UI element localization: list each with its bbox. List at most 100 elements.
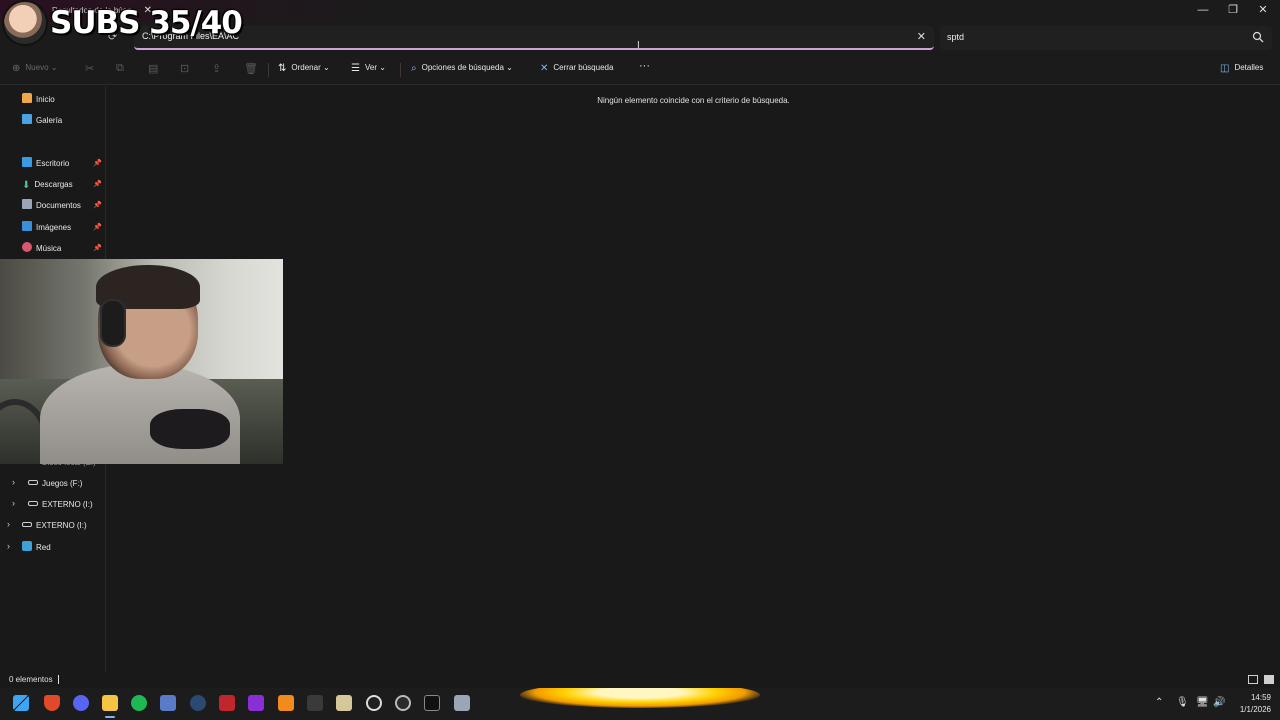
- drive-label: Juegos (F:): [42, 479, 83, 488]
- downloads-icon: ⬇: [22, 180, 31, 191]
- file-explorer-icon[interactable]: [102, 695, 118, 711]
- details-label: Detalles: [1234, 63, 1264, 72]
- share-icon[interactable]: ⇪: [212, 62, 221, 75]
- documents-icon: [22, 199, 32, 209]
- clock-time[interactable]: 14:59: [1243, 693, 1271, 702]
- sort-button[interactable]: ⇅ Ordenar ⌄: [278, 63, 330, 74]
- divider: [268, 63, 269, 77]
- mail-icon[interactable]: [160, 695, 176, 711]
- pictures-icon: [22, 221, 32, 231]
- notepad-icon[interactable]: [336, 695, 352, 711]
- windows-start-icon[interactable]: [13, 695, 29, 711]
- gallery-icon: [22, 114, 32, 124]
- search-icon[interactable]: [1252, 31, 1264, 43]
- microphone-tray-icon[interactable]: 🎙: [1176, 697, 1189, 708]
- copy-icon[interactable]: ⧉: [116, 62, 124, 75]
- close-window-button[interactable]: ✕: [1248, 2, 1278, 18]
- details-view-icon[interactable]: [1248, 675, 1258, 684]
- webcam-overlay: [0, 259, 283, 464]
- chevron-right-icon[interactable]: ›: [12, 498, 15, 508]
- chevron-right-icon[interactable]: ›: [7, 519, 10, 529]
- search-input[interactable]: sptd: [947, 32, 964, 42]
- new-button[interactable]: ⊕ Nuevo ⌄: [12, 63, 57, 74]
- view-icon: ☰: [351, 63, 360, 74]
- delete-icon[interactable]: 🗑: [244, 62, 258, 75]
- drive-juegos[interactable]: Juegos (F:): [28, 477, 82, 491]
- details-button[interactable]: ◫ Detalles: [1220, 63, 1263, 74]
- sidebar-item-label: Descargas: [34, 180, 73, 189]
- search-options-button[interactable]: ⌕ Opciones de búsqueda ⌄: [411, 63, 513, 74]
- game-app-icon[interactable]: [219, 695, 235, 711]
- microphone-icon: [150, 409, 230, 449]
- more-options-icon[interactable]: ···: [639, 60, 650, 72]
- close-search-icon: ✕: [540, 63, 549, 74]
- view-button[interactable]: ☰ Ver ⌄: [351, 63, 386, 74]
- pin-icon[interactable]: 📌: [93, 221, 102, 235]
- sidebar-item-escritorio[interactable]: Escritorio 📌: [22, 157, 106, 171]
- cut-icon[interactable]: ✂: [85, 62, 94, 75]
- view-label: Ver: [364, 63, 377, 72]
- sort-icon: ⇅: [278, 63, 287, 74]
- drive-externo-root[interactable]: EXTERNO (I:): [22, 519, 87, 533]
- close-search-button[interactable]: ✕ Cerrar búsqueda: [540, 63, 613, 74]
- drive-icon: [28, 480, 38, 485]
- search-options-icon: ⌕: [411, 63, 417, 74]
- app-icon[interactable]: [307, 695, 323, 711]
- sidebar-item-musica[interactable]: Música 📌: [22, 242, 106, 256]
- taskbar-glow: [520, 688, 760, 708]
- sidebar-item-label: Inicio: [36, 95, 55, 104]
- discord-icon[interactable]: [73, 695, 89, 711]
- pin-icon[interactable]: 📌: [93, 242, 102, 256]
- sidebar-item-inicio[interactable]: Inicio: [22, 93, 106, 107]
- sidebar-item-imagenes[interactable]: Imágenes 📌: [22, 221, 106, 235]
- command-bar: ⊕ Nuevo ⌄ ✂ ⧉ ▤ ⊡ ⇪ 🗑 ⇅ Ordenar ⌄ ☰ Ver ⌄ ⌕…: [0, 55, 1280, 85]
- rename-icon[interactable]: ⊡: [180, 62, 189, 75]
- pin-icon[interactable]: 📌: [93, 157, 102, 171]
- steam-icon[interactable]: [190, 695, 206, 711]
- app-icon[interactable]: [248, 695, 264, 711]
- sidebar-item-label: Imágenes: [36, 223, 72, 232]
- chevron-right-icon[interactable]: ›: [7, 541, 10, 551]
- tray-overflow-icon[interactable]: ⌃: [1155, 697, 1163, 708]
- music-icon: [22, 242, 32, 252]
- minimize-button[interactable]: —: [1188, 2, 1218, 18]
- subs-goal-overlay: SUBS 35/40: [50, 5, 243, 41]
- text-cursor-icon: I: [637, 40, 640, 51]
- clear-address-icon[interactable]: ✕: [917, 30, 926, 43]
- tiles-view-icon[interactable]: [1264, 675, 1274, 684]
- sidebar-item-label: Galería: [36, 116, 63, 125]
- maximize-button[interactable]: ❐: [1218, 2, 1248, 18]
- search-box[interactable]: sptd: [940, 26, 1272, 50]
- paste-icon[interactable]: ▤: [148, 62, 158, 75]
- pin-icon[interactable]: 📌: [93, 178, 102, 192]
- sidebar-item-descargas[interactable]: ⬇ Descargas 📌: [22, 178, 106, 192]
- drive-label: EXTERNO (I:): [42, 500, 93, 509]
- sidebar-item-label: Documentos: [36, 201, 81, 210]
- clock-date[interactable]: 1/1/2026: [1233, 705, 1271, 714]
- obs-icon[interactable]: [395, 695, 411, 711]
- app-icon[interactable]: [454, 695, 470, 711]
- drive-label: EXTERNO (I:): [36, 521, 87, 530]
- address-bar[interactable]: C:\Program Files\EA\AC ✕: [134, 26, 934, 50]
- network-tray-icon[interactable]: 🖥: [1196, 697, 1209, 708]
- origin-icon[interactable]: [278, 695, 294, 711]
- active-app-indicator: [105, 716, 115, 718]
- details-pane-icon: ◫: [1220, 63, 1230, 74]
- search-options-label: Opciones de búsqueda: [421, 63, 504, 72]
- sidebar-item-galeria[interactable]: Galería: [22, 114, 106, 128]
- volume-icon[interactable]: 🔊: [1213, 697, 1225, 708]
- chatgpt-icon[interactable]: [366, 695, 382, 711]
- sort-label: Ordenar: [291, 63, 321, 72]
- drive-externo[interactable]: EXTERNO (I:): [28, 498, 93, 512]
- terminal-icon[interactable]: [424, 695, 440, 711]
- item-count: 0 elementos: [9, 675, 53, 684]
- brave-icon[interactable]: [44, 695, 60, 711]
- sidebar-item-documentos[interactable]: Documentos 📌: [22, 199, 106, 213]
- spotify-icon[interactable]: [131, 695, 147, 711]
- plus-circle-icon: ⊕: [12, 63, 21, 74]
- headset-icon: [100, 299, 126, 347]
- network-icon: [22, 541, 32, 551]
- chevron-right-icon[interactable]: ›: [12, 477, 15, 487]
- network-item[interactable]: Red: [22, 541, 51, 555]
- pin-icon[interactable]: 📌: [93, 199, 102, 213]
